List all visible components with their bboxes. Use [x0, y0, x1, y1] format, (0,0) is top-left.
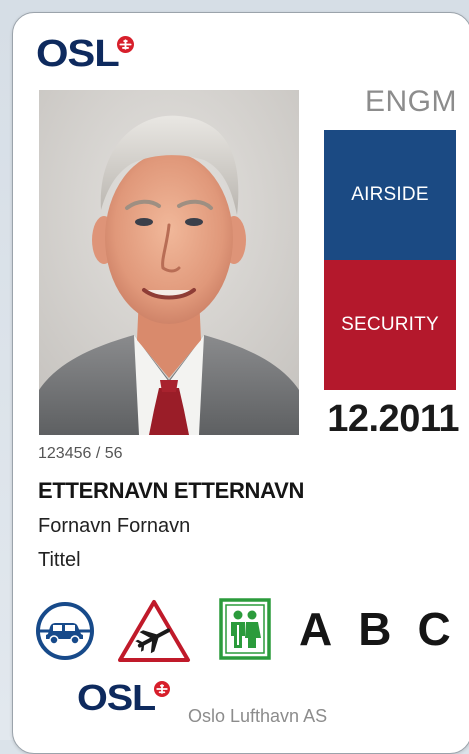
- id-card: OSL ENGM AIRSIDE SECURITY 12.2011 123456…: [12, 12, 469, 754]
- airplane-warning-triangle-icon: [118, 600, 190, 662]
- osl-logo-bottom: OSL: [77, 677, 171, 718]
- access-letter-c: C: [417, 603, 451, 655]
- airport-code: ENGM: [365, 85, 457, 118]
- surname: ETTERNAVN ETTERNAVN: [38, 478, 305, 503]
- job-title: Tittel: [38, 549, 81, 571]
- plane-in-circle-icon: [154, 681, 171, 697]
- expiry-date: 12.2011: [327, 398, 459, 440]
- first-name: Fornavn Fornavn: [38, 515, 191, 537]
- logo-text: OSL: [36, 33, 120, 75]
- portrait-photo: [39, 90, 299, 435]
- company-name: Oslo Lufthavn AS: [188, 706, 328, 726]
- plane-in-circle-icon: [117, 36, 135, 53]
- people-sign-icon: [219, 598, 271, 660]
- access-letter-b: B: [358, 603, 392, 655]
- zone-airside: AIRSIDE: [324, 130, 456, 260]
- access-letters: A B C: [299, 604, 451, 654]
- id-number: 123456 / 56: [38, 445, 123, 462]
- osl-logo-top: OSL: [36, 33, 135, 75]
- access-letter-a: A: [299, 603, 333, 655]
- car-in-circle-icon: [36, 602, 94, 660]
- logo-text: OSL: [77, 677, 156, 718]
- zone-security: SECURITY: [324, 260, 456, 390]
